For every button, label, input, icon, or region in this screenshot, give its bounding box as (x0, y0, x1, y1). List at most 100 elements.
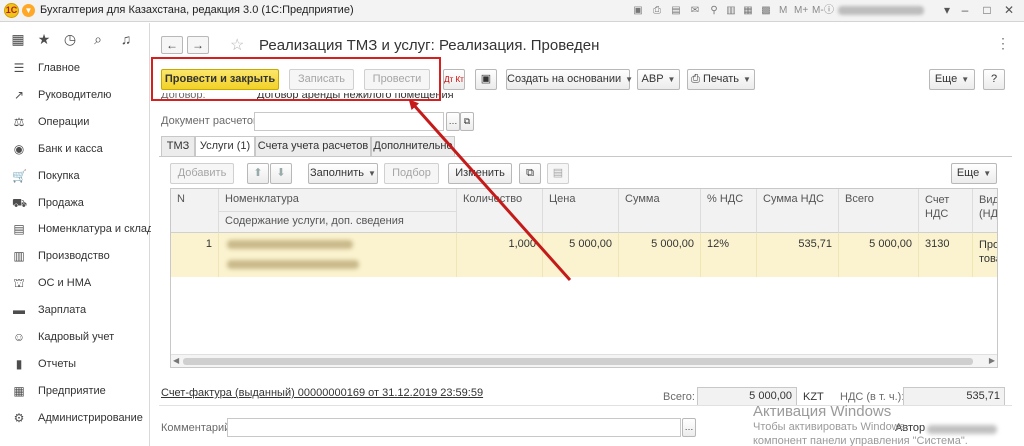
close-window-icon[interactable]: ✕ (1002, 3, 1016, 17)
memory-plus-button[interactable]: M+ (794, 5, 808, 16)
calculator-icon[interactable]: ▩ (759, 4, 773, 17)
comment-expand-button[interactable]: … (682, 418, 696, 437)
cell-vat-rate[interactable]: 12% (701, 233, 757, 277)
scroll-left-icon[interactable]: ◀ (173, 356, 179, 365)
save-icon[interactable]: ▣ (631, 4, 645, 17)
sidebar-item[interactable]: ⚙ Администрирование (0, 406, 150, 432)
settlement-doc-input[interactable] (254, 112, 444, 131)
cell-kind[interactable]: Про това (973, 233, 997, 277)
sidebar-item[interactable]: ⛟ Продажа (0, 191, 150, 217)
apps-grid-icon[interactable]: ▦ (10, 31, 26, 47)
preview-icon[interactable]: ▤ (669, 4, 683, 17)
cell-nomenclature[interactable] (219, 233, 457, 277)
col-header-kind[interactable]: Вид (НДС (973, 189, 997, 233)
favorite-star-icon[interactable]: ☆ (230, 35, 244, 55)
cell-vat-account[interactable]: 3130 (919, 233, 973, 277)
move-down-icon[interactable]: ⬇ (270, 163, 292, 184)
tab-tmz[interactable]: ТМЗ (161, 136, 195, 156)
print-button[interactable]: ⎙ Печать ▼ (687, 69, 755, 90)
dropdown-icon[interactable]: ▾ (940, 3, 954, 17)
scrollbar-thumb[interactable] (183, 358, 973, 365)
create-based-on-button[interactable]: Создать на основании ▼ (506, 69, 633, 90)
sidebar-item[interactable]: ▥ Производство (0, 244, 150, 270)
cell-quantity[interactable]: 1,000 (457, 233, 543, 277)
sidebar-item[interactable]: ▬ Зарплата (0, 298, 150, 324)
mail-icon[interactable]: ✉ (688, 4, 702, 17)
cell-vat-sum[interactable]: 535,71 (757, 233, 839, 277)
dt-kt-movements-icon[interactable]: Дт Кт (443, 69, 465, 90)
favorites-star-icon[interactable]: ★ (36, 31, 52, 47)
col-header-n[interactable]: N (171, 189, 219, 233)
sidebar-item-label: Покупка (38, 169, 80, 182)
history-icon[interactable]: ▥ (724, 4, 738, 17)
app-logo-icon[interactable]: 1C (4, 3, 19, 18)
fill-button[interactable]: Заполнить ▼ (308, 163, 378, 184)
copy-rows-icon[interactable]: ⧉ (519, 163, 541, 184)
add-row-button[interactable]: Добавить (170, 163, 234, 184)
move-up-icon[interactable]: ⬆ (247, 163, 269, 184)
bell-icon[interactable]: ♫ (118, 31, 134, 47)
tab-additional[interactable]: Дополнительно (371, 136, 455, 156)
trend-chart-icon: ↗ (13, 87, 25, 102)
paste-rows-icon[interactable]: ▤ (547, 163, 569, 184)
help-button[interactable]: ? (983, 69, 1005, 90)
invoice-link[interactable]: Счет-фактура (выданный) 00000000169 от 3… (161, 387, 483, 399)
settlement-doc-label: Документ расчетов: (161, 115, 262, 127)
col-header-vat-account[interactable]: Счет НДС (919, 189, 973, 233)
search-icon[interactable]: ⌕ (90, 31, 106, 47)
scroll-right-icon[interactable]: ▶ (989, 356, 995, 365)
tab-services[interactable]: Услуги (1) (195, 136, 255, 157)
horizontal-scrollbar[interactable]: ◀ ▶ (171, 354, 997, 367)
memory-button[interactable]: M (779, 5, 787, 16)
print-icon[interactable]: ⎙ (650, 4, 664, 17)
cell-sum[interactable]: 5 000,00 (619, 233, 701, 277)
minimize-icon[interactable]: – (958, 3, 972, 17)
services-table[interactable]: N Номенклатура Содержание услуги, доп. с… (170, 188, 998, 368)
structure-icon[interactable]: ▣ (475, 69, 497, 90)
gear-icon: ⚙ (13, 410, 25, 425)
open-link-icon[interactable]: ⧉ (460, 112, 474, 131)
sidebar-item-label: Главное (38, 62, 81, 74)
select-button[interactable]: Подбор (384, 163, 439, 184)
nomenclature-blurred (227, 240, 353, 249)
maximize-icon[interactable]: □ (980, 3, 994, 17)
sidebar-item[interactable]: 🛒 Покупка (0, 164, 150, 190)
sidebar-item[interactable]: ◉ Банк и касса (0, 137, 150, 163)
cell-n[interactable]: 1 (171, 233, 219, 277)
sidebar-item-label: Администрирование (38, 411, 143, 424)
select-ellipsis-button[interactable]: … (446, 112, 460, 131)
table-more-button[interactable]: Еще ▼ (951, 163, 997, 184)
link-icon[interactable]: ⚲ (707, 4, 721, 17)
col-header-total[interactable]: Всего (839, 189, 919, 233)
sidebar-item[interactable]: ☺ Кадровый учет (0, 325, 150, 351)
avr-button[interactable]: АВР ▼ (637, 69, 680, 90)
main-menu-icon[interactable]: ▼ (22, 4, 35, 17)
col-header-vat-rate[interactable]: % НДС (701, 189, 757, 233)
create-based-on-label: Создать на основании (507, 73, 622, 85)
sidebar-item[interactable]: ▮ Отчеты (0, 352, 150, 378)
col-header-price[interactable]: Цена (543, 189, 619, 233)
cell-total[interactable]: 5 000,00 (839, 233, 919, 277)
col-header-vat-sum[interactable]: Сумма НДС (757, 189, 839, 233)
sidebar-item[interactable]: ☰ Главное (0, 56, 150, 82)
sidebar-item[interactable]: ⛫ ОС и НМА (0, 271, 150, 297)
comment-input[interactable] (227, 418, 681, 437)
col-header-quantity[interactable]: Количество (457, 189, 543, 233)
more-button[interactable]: Еще ▼ (929, 69, 975, 90)
sidebar-item[interactable]: ▤ Номенклатура и склад (0, 217, 153, 243)
chevron-down-icon: ▼ (961, 75, 970, 84)
history-clock-icon[interactable]: ◷ (62, 31, 78, 47)
cell-price[interactable]: 5 000,00 (543, 233, 619, 277)
sidebar-item[interactable]: ⚖ Операции (0, 110, 150, 136)
calendar-icon[interactable]: ▦ (741, 4, 755, 17)
more-menu-icon[interactable]: ⋮ (996, 35, 1010, 52)
tab-settlement-accounts[interactable]: Счета учета расчетов (255, 136, 371, 156)
info-icon[interactable]: ⓘ (822, 4, 836, 17)
col-header-sum[interactable]: Сумма (619, 189, 701, 233)
back-button[interactable]: ← (161, 36, 183, 54)
tab-divider (159, 156, 1012, 157)
forward-button[interactable]: → (187, 36, 209, 54)
sidebar-item[interactable]: ↗ Руководителю (0, 83, 150, 109)
change-button[interactable]: Изменить (448, 163, 512, 184)
sidebar-item[interactable]: ▦ Предприятие (0, 379, 150, 405)
